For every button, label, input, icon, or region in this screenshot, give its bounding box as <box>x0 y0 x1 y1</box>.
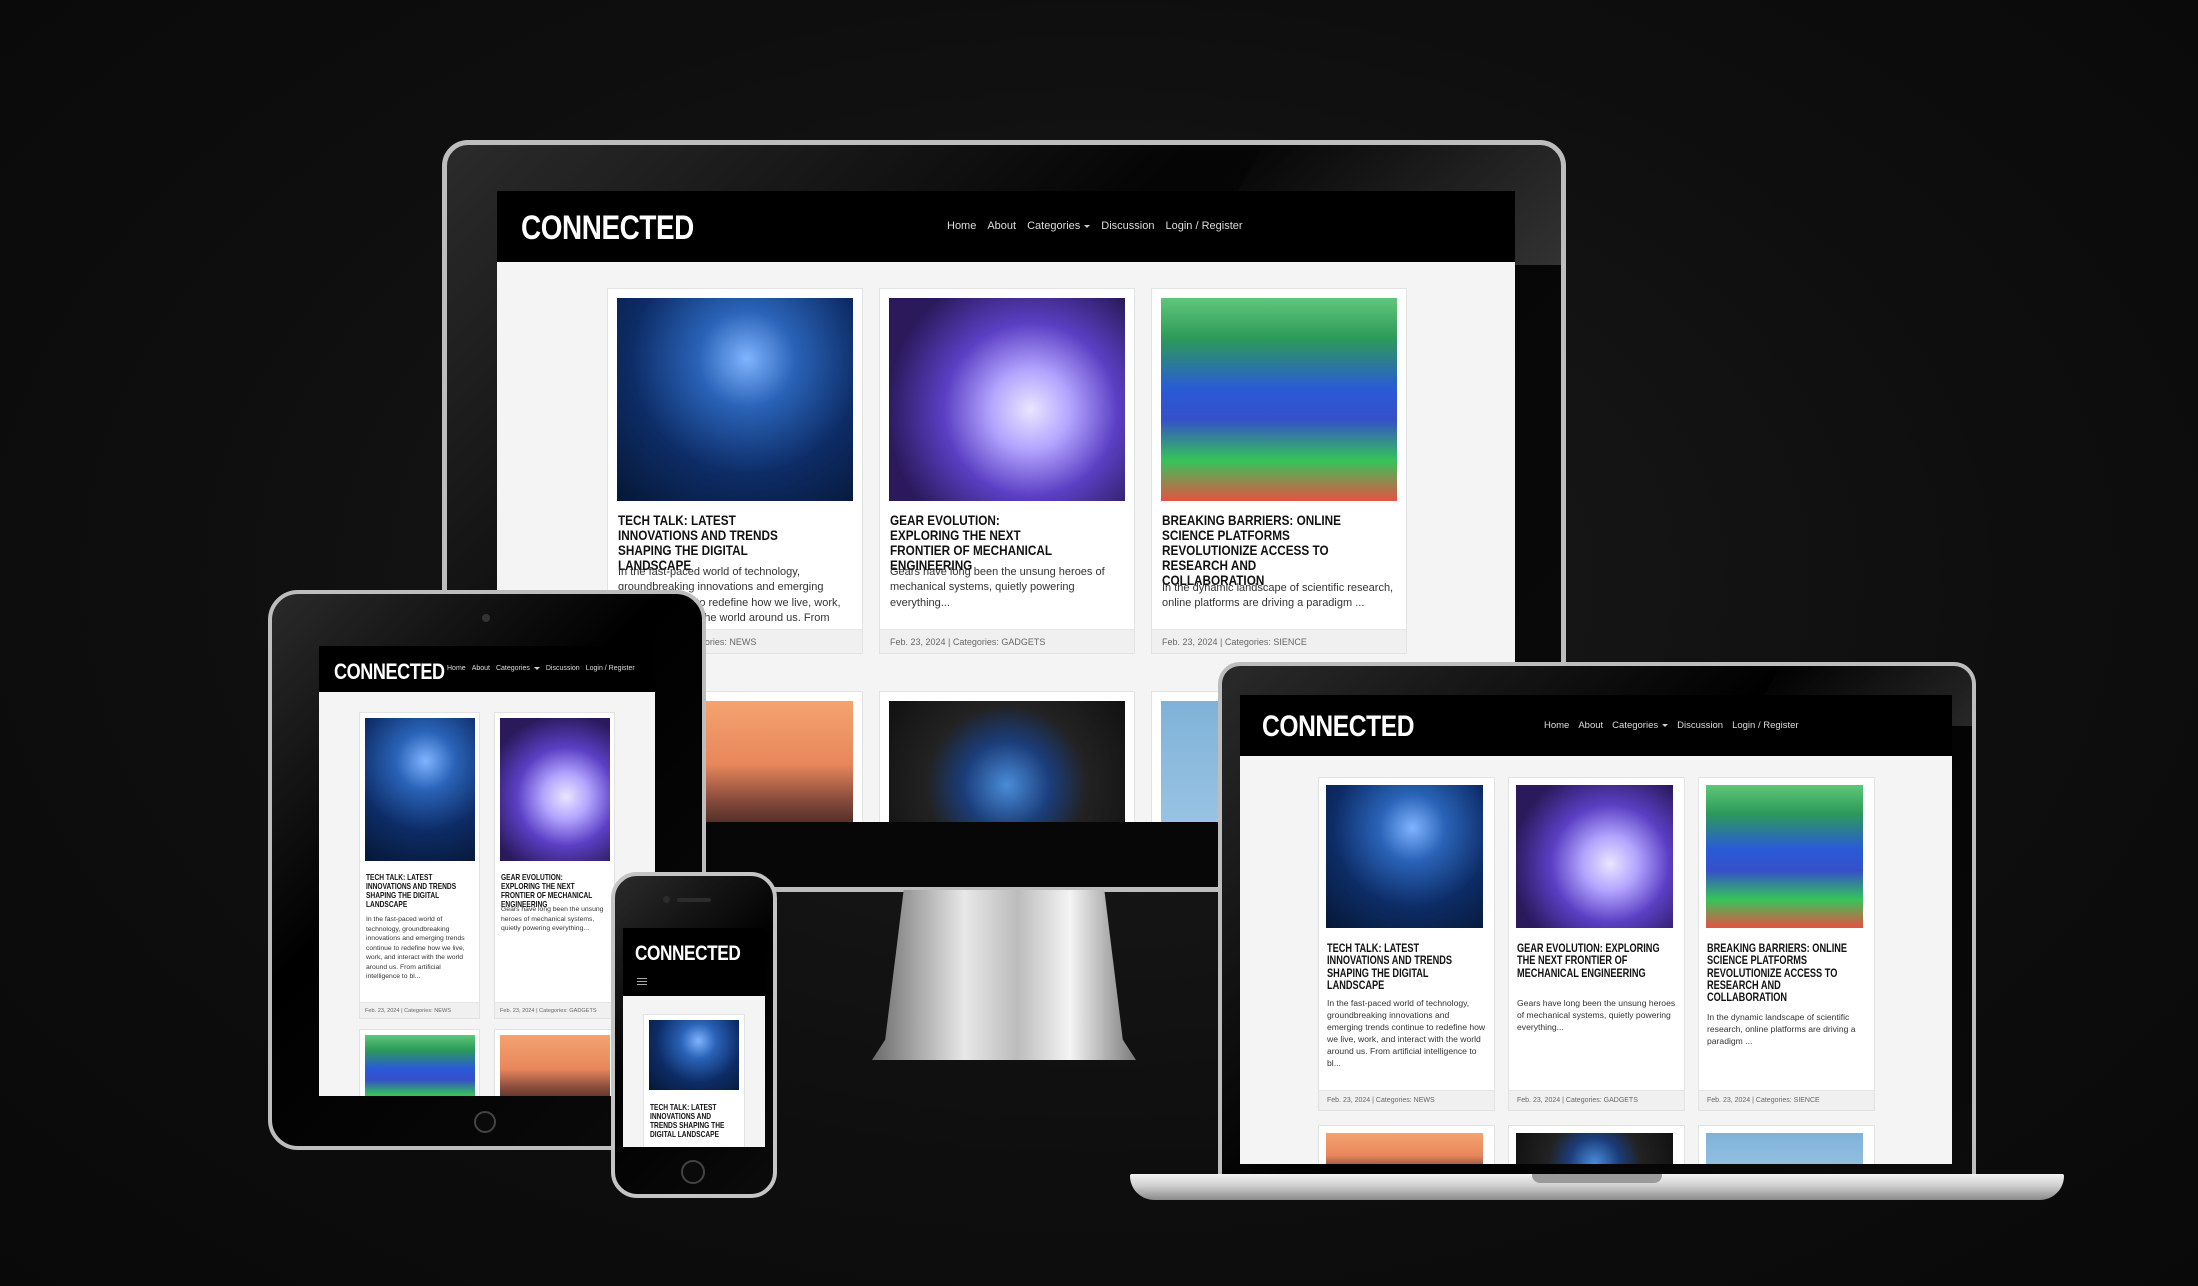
nav-categories-dropdown[interactable]: Categories <box>1027 220 1090 232</box>
main-nav: Home About Categories Discussion Login /… <box>1544 720 1799 731</box>
site-logo[interactable]: CONNECTED <box>1262 710 1415 744</box>
post-meta: Feb. 23, 2024 | Categories: SIENCE <box>1699 1090 1874 1110</box>
phone-camera <box>663 896 670 903</box>
network-hand-image <box>649 1020 739 1090</box>
nav-home[interactable]: Home <box>1544 720 1569 731</box>
main-nav: Home About Categories Discussion Login /… <box>447 665 635 672</box>
nav-home[interactable]: Home <box>947 220 976 232</box>
post-meta: Feb. 23, 2024 | Categories: GADGETS <box>1509 1090 1684 1110</box>
post-excerpt: In the dynamic landscape of scientific r… <box>1707 1012 1856 1047</box>
post-grid: Tech Talk: Latest Innovations and Trends… <box>607 288 1407 654</box>
hamburger-menu-icon[interactable] <box>637 978 647 985</box>
post-title[interactable]: Breaking Barriers: Online Science Platfo… <box>1707 943 1857 1004</box>
post-card[interactable] <box>1698 1125 1875 1164</box>
robot-toy-image <box>500 718 610 861</box>
nav-login-register[interactable]: Login / Register <box>586 665 635 672</box>
nav-about[interactable]: About <box>472 665 490 672</box>
post-grid: Tech Talk: Latest Innovations and Trends… <box>359 712 615 1019</box>
nav-discussion[interactable]: Discussion <box>546 665 580 672</box>
post-title[interactable]: Gear Evolution: Exploring the Next Front… <box>501 872 595 909</box>
nav-home[interactable]: Home <box>447 665 466 672</box>
robot-toy-image <box>889 298 1125 501</box>
phone-screen: CONNECTED Tech Talk: Latest Innovations … <box>623 928 765 1147</box>
nav-discussion[interactable]: Discussion <box>1677 720 1723 731</box>
post-title[interactable]: Tech Talk: Latest Innovations and Trends… <box>650 1102 732 1139</box>
phone-speaker <box>677 898 711 902</box>
tablet-camera <box>482 614 490 622</box>
vr-corridor-image <box>365 1035 475 1096</box>
laptop-notch <box>1532 1174 1662 1183</box>
post-excerpt: In the fast-paced world of technology, g… <box>366 916 465 981</box>
main-nav: Home About Categories Discussion Login /… <box>947 220 1243 232</box>
post-title[interactable]: Tech Talk: Latest Innovations and Trends… <box>618 513 794 573</box>
post-title[interactable]: Gear Evolution: Exploring the Next Front… <box>1517 943 1667 980</box>
site-header: CONNECTED Home About Categories Discussi… <box>497 191 1515 262</box>
nav-categories-dropdown[interactable]: Categories <box>496 665 540 672</box>
vr-corridor-image <box>1706 785 1863 928</box>
nav-discussion[interactable]: Discussion <box>1101 220 1154 232</box>
network-hand-image <box>365 718 475 861</box>
post-meta: Feb. 23, 2024 | Categories: SIENCE <box>1152 629 1406 653</box>
nav-categories-dropdown[interactable]: Categories <box>1612 720 1668 731</box>
nav-about[interactable]: About <box>987 220 1016 232</box>
phone-home-button[interactable] <box>681 1160 705 1184</box>
post-card[interactable]: Breaking Barriers: Online Science Platfo… <box>1698 777 1875 1111</box>
post-excerpt: In the fast-paced world of technology, g… <box>1327 998 1486 1069</box>
smartphone-image <box>889 701 1125 822</box>
sunset-image <box>500 1035 610 1096</box>
post-card[interactable]: Breaking Barriers: Online Science Platfo… <box>1151 288 1407 654</box>
post-card[interactable] <box>879 691 1135 822</box>
post-card[interactable]: Tech Talk: Latest Innovations and Trends… <box>359 712 480 1019</box>
network-hand-image <box>617 298 853 501</box>
post-meta: Feb. 23, 2024 | Categories: NEWS <box>360 1002 479 1018</box>
nav-login-register[interactable]: Login / Register <box>1732 720 1799 731</box>
post-card[interactable] <box>494 1029 615 1096</box>
post-grid-row-2 <box>1318 1125 1875 1164</box>
post-grid-row-2 <box>359 1029 615 1096</box>
smartphone-image <box>1516 1133 1673 1164</box>
laptop: CONNECTED Home About Categories Discussi… <box>1130 662 2064 1214</box>
post-card[interactable]: Gear Evolution: Exploring the Next Front… <box>1508 777 1685 1111</box>
post-title[interactable]: Tech Talk: Latest Innovations and Trends… <box>366 872 460 909</box>
tablet-screen: CONNECTED Home About Categories Discussi… <box>319 646 655 1096</box>
site-logo[interactable]: CONNECTED <box>521 209 694 248</box>
site-header: CONNECTED Home About Categories Discussi… <box>1240 695 1952 756</box>
post-excerpt: Gears have long been the unsung heroes o… <box>890 566 1105 609</box>
post-grid: Tech Talk: Latest Innovations and Trends… <box>1318 777 1875 1111</box>
post-meta: Feb. 23, 2024 | Categories: GADGETS <box>880 629 1134 653</box>
post-meta: Feb. 23, 2024 | Categories: NEWS <box>1319 1090 1494 1110</box>
post-card[interactable]: Gear Evolution: Exploring the Next Front… <box>494 712 615 1019</box>
post-title[interactable]: Breaking Barriers: Online Science Platfo… <box>1162 513 1347 588</box>
nav-about[interactable]: About <box>1578 720 1603 731</box>
site-header: CONNECTED <box>623 928 765 996</box>
network-hand-image <box>1326 785 1483 928</box>
site-logo[interactable]: CONNECTED <box>635 942 741 966</box>
nav-login-register[interactable]: Login / Register <box>1165 220 1242 232</box>
tablet-home-button[interactable] <box>474 1111 496 1133</box>
post-meta: Feb. 23, 2024 | Categories: GADGETS <box>495 1002 614 1018</box>
post-excerpt: In the dynamic landscape of scientific r… <box>1162 582 1394 610</box>
post-card[interactable]: Tech Talk: Latest Innovations and Trends… <box>643 1014 745 1147</box>
site-header: CONNECTED Home About Categories Discussi… <box>319 646 655 692</box>
smartphone: CONNECTED Tech Talk: Latest Innovations … <box>611 872 777 1198</box>
sunset-image <box>1326 1133 1483 1164</box>
post-card[interactable] <box>359 1029 480 1096</box>
post-card[interactable] <box>1508 1125 1685 1164</box>
post-card[interactable]: Gear Evolution: Exploring the Next Front… <box>879 288 1135 654</box>
laptop-screen: CONNECTED Home About Categories Discussi… <box>1240 695 1952 1164</box>
post-card[interactable]: Tech Talk: Latest Innovations and Trends… <box>1318 777 1495 1111</box>
vr-corridor-image <box>1161 298 1397 501</box>
robot-toy-image <box>1516 785 1673 928</box>
post-excerpt: Gears have long been the unsung heroes o… <box>1517 998 1676 1033</box>
post-excerpt: Gears have long been the unsung heroes o… <box>501 906 604 933</box>
sky-image <box>1706 1133 1863 1164</box>
post-title[interactable]: Gear Evolution: Exploring the Next Front… <box>890 513 1066 573</box>
post-card[interactable] <box>1318 1125 1495 1164</box>
post-title[interactable]: Tech Talk: Latest Innovations and Trends… <box>1327 943 1477 992</box>
monitor-stand <box>872 890 1136 1060</box>
site-logo[interactable]: CONNECTED <box>334 659 445 685</box>
